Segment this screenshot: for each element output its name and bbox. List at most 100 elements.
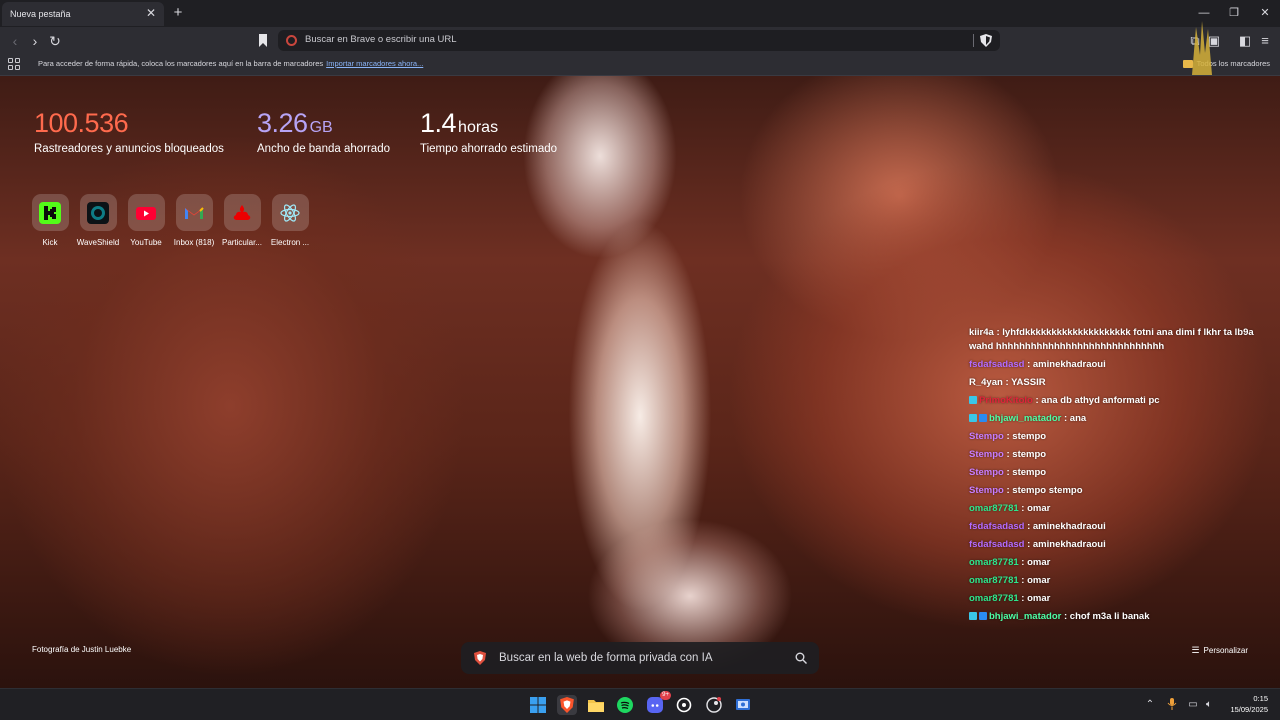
top-site-electron[interactable]: Electron ... [266, 194, 314, 247]
tab-new-tab[interactable]: Nueva pestaña ✕ [2, 2, 164, 26]
chat-username: omar87781 [969, 575, 1019, 586]
chat-username: fsdafsadasd [969, 521, 1025, 532]
search-icon[interactable] [795, 652, 807, 664]
chat-text: omar [1027, 503, 1051, 514]
forward-icon[interactable]: › [26, 32, 44, 50]
chat-text: omar [1027, 593, 1051, 604]
chat-username: omar87781 [969, 593, 1019, 604]
steam-icon[interactable] [704, 695, 724, 715]
chat-username: Stempo [969, 449, 1004, 460]
bandwidth-unit: GB [309, 119, 333, 136]
chat-badge-icon [979, 414, 987, 422]
bandwidth-value: 3.26 [257, 108, 308, 138]
toolbar: ‹ › ↻ Buscar en Brave o escribir una URL… [0, 27, 1280, 54]
file-explorer-icon[interactable] [586, 695, 606, 715]
chat-message: omar87781 : omar [969, 502, 1269, 516]
chat-separator: : [1061, 413, 1070, 424]
show-hidden-icons-icon[interactable]: ⌃ [1143, 698, 1157, 712]
top-site-youtube[interactable]: YouTube [122, 194, 170, 247]
private-search-box[interactable]: Buscar en la web de forma privada con IA [461, 642, 819, 674]
restore-icon[interactable]: ❐ [1224, 4, 1244, 22]
top-site-label: WaveShield [76, 238, 120, 247]
chat-message: omar87781 : omar [969, 592, 1269, 606]
time-stat: 1.4 horas Tiempo ahorrado estimado [420, 108, 557, 155]
bookmarks-hint-text: Para acceder de forma rápida, coloca los… [38, 59, 324, 68]
chat-username: bhjawi_matador [989, 611, 1062, 622]
bookmark-icon[interactable] [258, 34, 268, 47]
import-bookmarks-link[interactable]: Importar marcadores ahora... [326, 59, 423, 68]
discord-icon[interactable]: 9+ [645, 691, 671, 715]
network-icon[interactable]: ▭ [1186, 698, 1200, 712]
chat-text: stempo [1012, 467, 1047, 478]
reload-icon[interactable]: ↻ [46, 32, 64, 50]
address-bar[interactable]: Buscar en Brave o escribir una URL [278, 30, 1000, 51]
chat-separator: : [1002, 377, 1012, 388]
tab-strip: Nueva pestaña ✕ + — ❐ ✕ [0, 0, 1280, 27]
top-site-kick[interactable]: Kick [26, 194, 74, 247]
chat-username: PrimoKitolo [979, 395, 1033, 406]
top-site-label: Inbox (818) [173, 238, 215, 247]
chat-text: stempo [1012, 431, 1047, 442]
chat-text: aminekhadraoui [1032, 359, 1106, 370]
chat-username: omar87781 [969, 503, 1019, 514]
bookmarks-hint: Para acceder de forma rápida, coloca los… [38, 59, 423, 68]
windows-start-icon[interactable] [528, 695, 548, 715]
clock-date: 15/09/2025 [1230, 705, 1268, 714]
chat-separator: : [1024, 539, 1033, 550]
electron-icon [280, 203, 300, 222]
address-placeholder: Buscar en Brave o escribir una URL [305, 34, 457, 45]
chat-username: bhjawi_matador [989, 413, 1062, 424]
system-clock[interactable]: 0:15 15/09/2025 [1230, 693, 1268, 715]
top-sites: Kick WaveShield YouTube Inbox (818) Part… [26, 194, 314, 247]
chat-separator: : [1024, 359, 1033, 370]
taskbar: 9+ ⌃ ▭ 🔈︎ 0:15 15/09/2025 [0, 688, 1280, 720]
chat-message: fsdafsadasd : aminekhadraoui [969, 520, 1269, 534]
brave-shields-icon[interactable] [980, 34, 992, 47]
chat-username: Stempo [969, 431, 1004, 442]
chat-message: fsdafsadasd : aminekhadraoui [969, 538, 1269, 552]
chat-message: Stempo : stempo stempo [969, 484, 1269, 498]
back-icon[interactable]: ‹ [6, 32, 24, 50]
trackers-value: 100.536 [34, 108, 129, 138]
chat-overlay: kiir4a : lyhfdkkkkkkkkkkkkkkkkkkkk fotni… [969, 326, 1269, 628]
chat-message: bhjawi_matador : chof m3a li banak [969, 610, 1269, 624]
apps-grid-icon[interactable] [8, 58, 20, 70]
brave-icon[interactable] [557, 695, 577, 715]
bookmarks-bar: Para acceder de forma rápida, coloca los… [0, 54, 1280, 76]
photo-credit[interactable]: Fotografía de Justin Luebke [32, 645, 131, 654]
app-manager-icon[interactable] [733, 695, 753, 715]
chat-username: kiir4a [969, 327, 994, 338]
chat-message: R_4yan : YASSIR [969, 376, 1269, 390]
customize-button[interactable]: ☰ Personalizar [1191, 645, 1248, 656]
chat-message: Stempo : stempo [969, 430, 1269, 444]
chat-text: chof m3a li banak [1069, 611, 1150, 622]
chat-separator: : [1024, 521, 1033, 532]
top-site-label: Particular... [221, 238, 262, 247]
chat-text: lyhfdkkkkkkkkkkkkkkkkkkkk fotni ana dimi… [969, 327, 1254, 352]
santander-icon [233, 204, 251, 220]
chat-text: aminekhadraoui [1032, 539, 1106, 550]
new-tab-button[interactable]: + [170, 5, 186, 21]
volume-icon[interactable]: 🔈︎ [1202, 698, 1216, 712]
top-site-label: YouTube [130, 238, 162, 247]
menu-icon[interactable]: ≡ [1256, 32, 1274, 50]
browser-window: Nueva pestaña ✕ + — ❐ ✕ ‹ › ↻ Buscar en … [0, 0, 1280, 720]
top-site-waveshield[interactable]: WaveShield [74, 194, 122, 247]
close-window-icon[interactable]: ✕ [1255, 4, 1275, 22]
chat-text: stempo stempo [1012, 485, 1083, 496]
top-site-gmail[interactable]: Inbox (818) [170, 194, 218, 247]
customize-label: Personalizar [1203, 646, 1248, 655]
chat-separator: : [1061, 611, 1070, 622]
clock-time: 0:15 [1253, 694, 1268, 703]
chat-message: omar87781 : omar [969, 574, 1269, 588]
top-site-santander[interactable]: Particular... [218, 194, 266, 247]
chat-text: omar [1027, 575, 1051, 586]
address-divider [973, 34, 974, 47]
app-icon[interactable] [674, 695, 694, 715]
tab-close-icon[interactable]: ✕ [144, 6, 158, 20]
spotify-icon[interactable] [615, 695, 635, 715]
microphone-icon[interactable] [1165, 698, 1179, 712]
chat-text: ana db athyd anformati pc [1041, 395, 1160, 406]
sidebar-icon[interactable]: ◧ [1236, 32, 1254, 50]
overlay-logo-icon [1192, 21, 1212, 75]
